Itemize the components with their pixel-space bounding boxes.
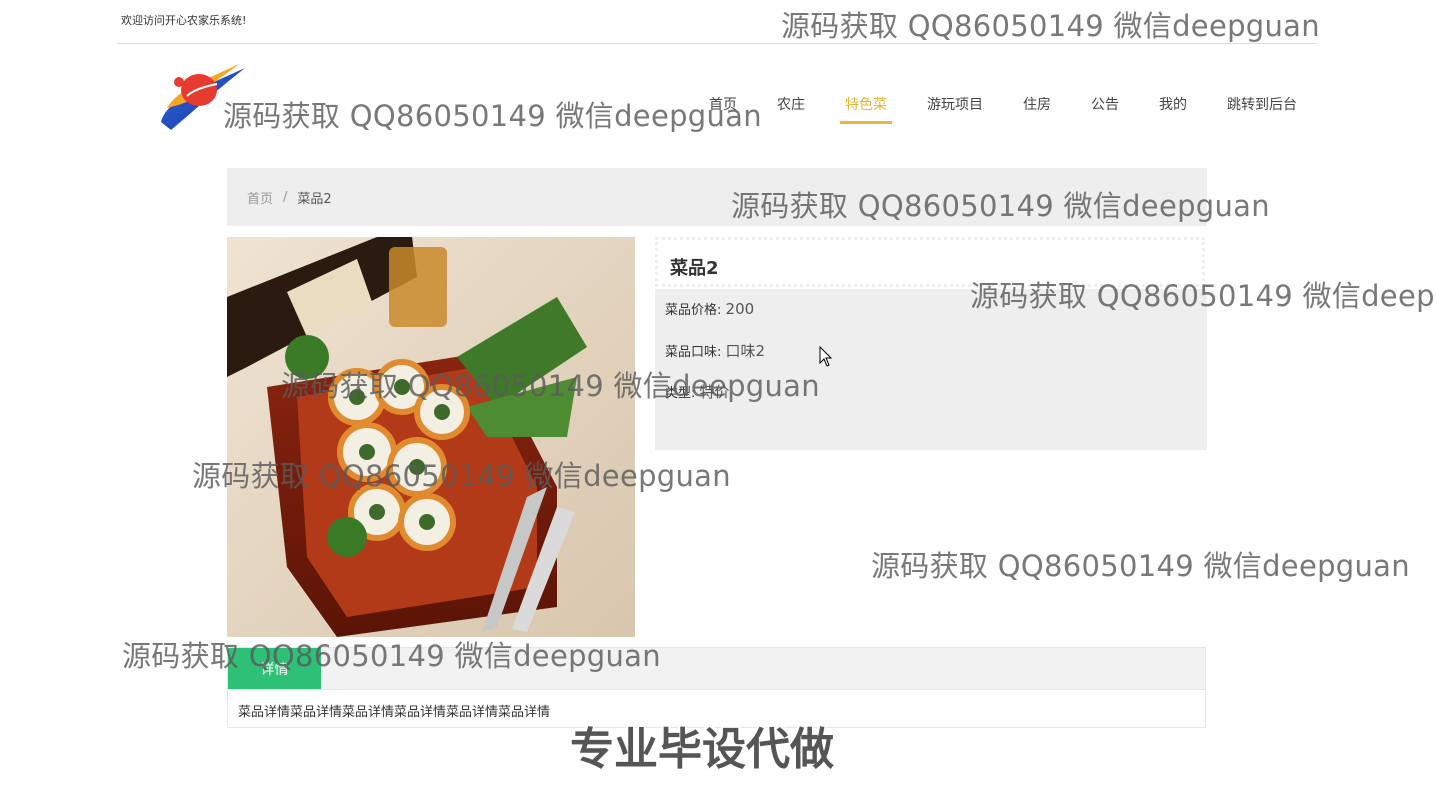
product-title-box: 菜品2 xyxy=(655,237,1205,287)
tab-details[interactable]: 详情 xyxy=(228,648,321,689)
nav-activities[interactable]: 游玩项目 xyxy=(907,84,1003,124)
product-info: 菜品价格: 200 菜品口味: 口味2 类型: 特价 xyxy=(655,289,1207,450)
nav-housing[interactable]: 住房 xyxy=(1003,84,1071,124)
type-label: 类型: xyxy=(665,386,696,401)
site-logo[interactable] xyxy=(157,60,251,134)
detail-content: 菜品详情菜品详情菜品详情菜品详情菜品详情菜品详情 xyxy=(238,705,551,720)
product-image xyxy=(227,237,635,637)
type-row: 类型: 特价 xyxy=(665,381,730,402)
taste-label: 菜品口味: xyxy=(665,345,722,360)
breadcrumb: 首页 / 菜品2 xyxy=(227,168,1207,226)
breadcrumb-home[interactable]: 首页 xyxy=(247,188,273,207)
taste-value: 口味2 xyxy=(725,342,766,360)
breadcrumb-separator: / xyxy=(283,189,288,205)
welcome-text: 欢迎访问开心农家乐系统! xyxy=(121,14,247,27)
product-title: 菜品2 xyxy=(670,258,719,279)
nav-home[interactable]: 首页 xyxy=(689,84,757,124)
detail-tabbar: 详情 xyxy=(228,648,1205,690)
type-value: 特价 xyxy=(699,383,730,401)
watermark: 源码获取 QQ86050149 微信deepguan xyxy=(871,549,1410,583)
price-row: 菜品价格: 200 xyxy=(665,299,754,318)
nav-mine[interactable]: 我的 xyxy=(1139,84,1207,124)
nav-admin[interactable]: 跳转到后台 xyxy=(1207,84,1317,124)
price-label: 菜品价格: xyxy=(665,303,722,318)
main-nav: 首页 农庄 特色菜 游玩项目 住房 公告 我的 跳转到后台 xyxy=(689,84,1317,124)
site-header: 首页 农庄 特色菜 游玩项目 住房 公告 我的 跳转到后台 xyxy=(117,44,1317,164)
breadcrumb-current: 菜品2 xyxy=(297,191,332,207)
price-value: 200 xyxy=(725,300,755,318)
nav-farm[interactable]: 农庄 xyxy=(757,84,825,124)
top-bar: 欢迎访问开心农家乐系统! xyxy=(117,0,1317,44)
mouse-cursor-icon xyxy=(819,346,833,367)
nav-announcements[interactable]: 公告 xyxy=(1071,84,1139,124)
nav-specialty-dishes[interactable]: 特色菜 xyxy=(825,84,907,124)
detail-panel: 详情 菜品详情菜品详情菜品详情菜品详情菜品详情菜品详情 xyxy=(227,647,1206,728)
taste-row: 菜品口味: 口味2 xyxy=(665,340,765,361)
